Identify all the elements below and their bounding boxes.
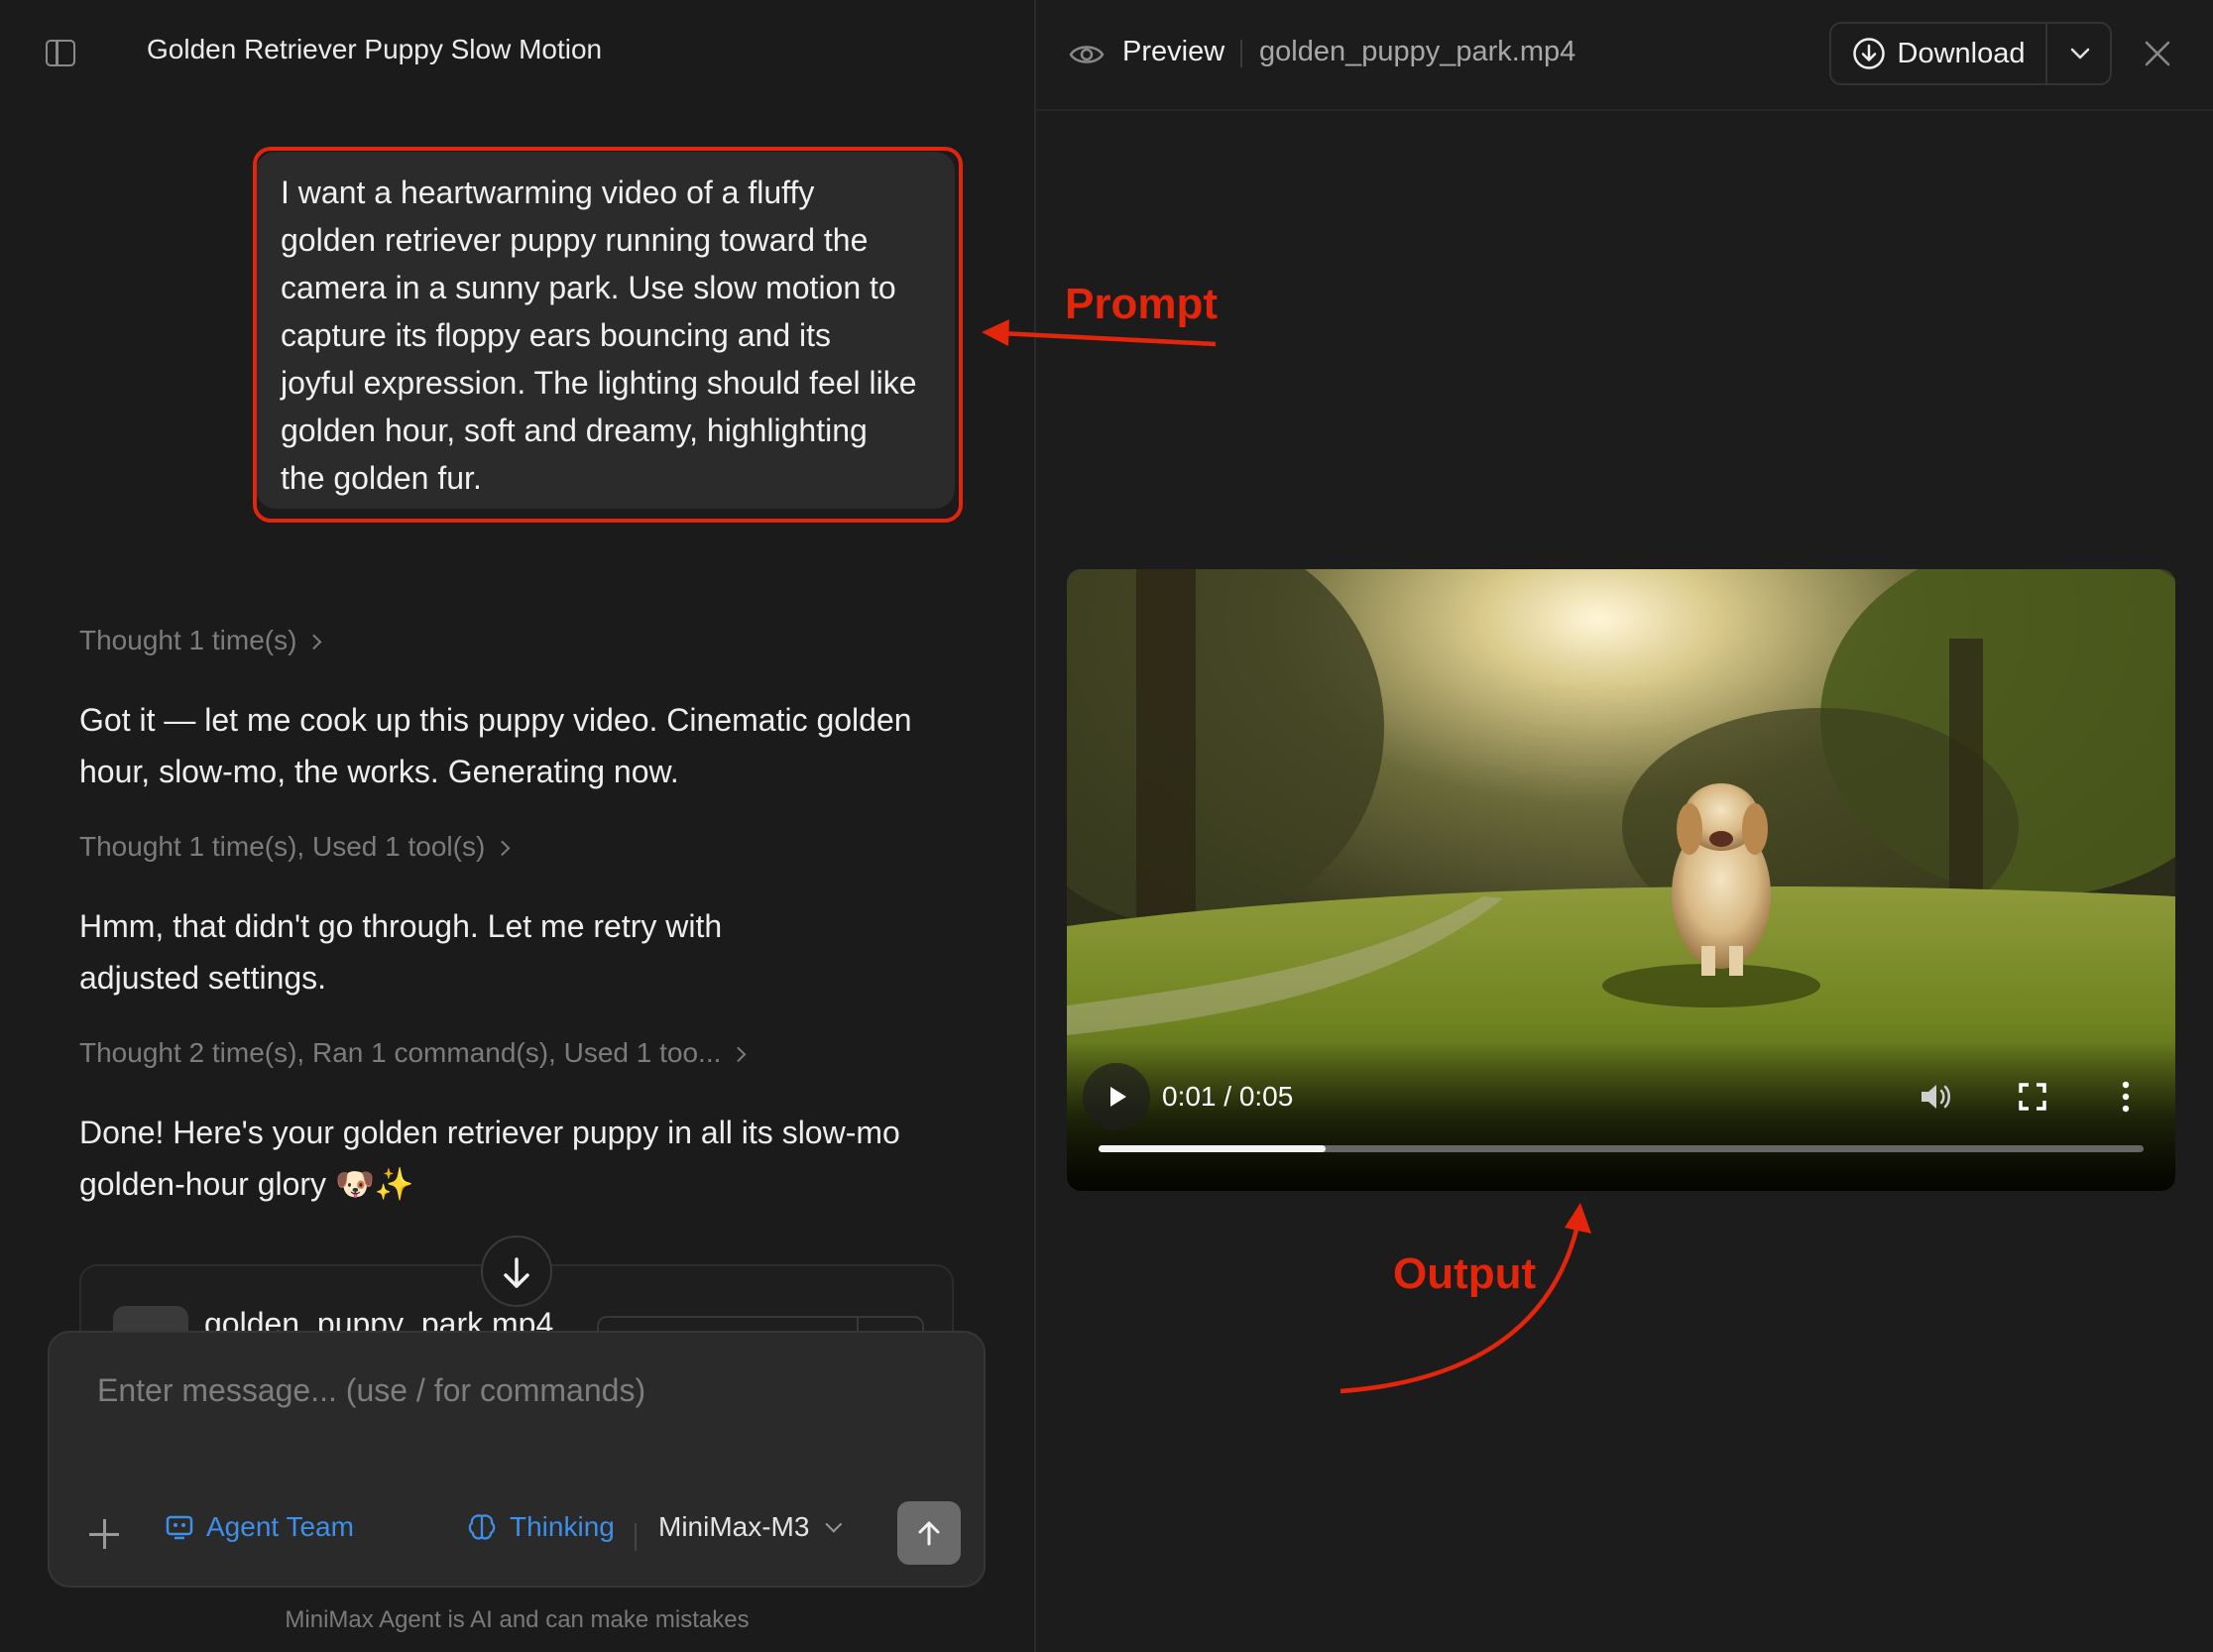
thought-toggle-1[interactable]: Thought 1 time(s) [79, 625, 322, 656]
message-line: golden-hour glory 🐶✨ [79, 1166, 414, 1202]
add-attachment-button[interactable] [89, 1519, 119, 1549]
video-progress-fill [1099, 1145, 1326, 1152]
fullscreen-icon[interactable] [2019, 1083, 2046, 1111]
close-preview-button[interactable] [2142, 38, 2173, 69]
close-icon [2145, 41, 2170, 66]
download-label: Download [1897, 37, 2026, 69]
more-options-icon[interactable] [2120, 1079, 2132, 1115]
thought-label: Thought 1 time(s), Used 1 tool(s) [79, 831, 486, 862]
video-player[interactable]: 0:01 / 0:05 [1067, 569, 2175, 1191]
arrow-up-icon [918, 1521, 940, 1546]
arrow-down-icon [504, 1257, 529, 1288]
chevron-right-icon [495, 840, 511, 857]
model-selector[interactable]: MiniMax-M3 [658, 1511, 843, 1543]
scroll-to-bottom-button[interactable] [481, 1236, 552, 1307]
send-button[interactable] [897, 1501, 961, 1565]
message-line: adjusted settings. [79, 960, 327, 996]
chevron-down-icon [825, 1515, 843, 1533]
message-line: hour, slow-mo, the works. Generating now… [79, 754, 679, 789]
preview-header-divider [1036, 109, 2213, 111]
assistant-message-1: Got it — let me cook up this puppy video… [79, 694, 972, 797]
video-progress-bar[interactable] [1099, 1145, 2144, 1152]
composer-separator [635, 1523, 637, 1551]
preview-file-name: golden_puppy_park.mp4 [1259, 36, 1576, 67]
download-icon [1852, 38, 1885, 69]
thought-toggle-2[interactable]: Thought 1 time(s), Used 1 tool(s) [79, 831, 511, 863]
assistant-message-2: Hmm, that didn't go through. Let me retr… [79, 900, 972, 1003]
annotation-prompt-label: Prompt [1065, 280, 1218, 328]
assistant-message-3: Done! Here's your golden retriever puppy… [79, 1107, 972, 1210]
message-input[interactable] [97, 1372, 940, 1409]
download-button[interactable]: Download [1831, 24, 2045, 83]
download-options-button[interactable] [2047, 24, 2112, 83]
agent-team-label: Agent Team [206, 1511, 354, 1542]
header-separator [1240, 40, 1242, 67]
download-button-group: Download [1829, 22, 2112, 85]
brain-icon [468, 1514, 496, 1540]
chat-title: Golden Retriever Puppy Slow Motion [147, 34, 603, 64]
thought-label: Thought 2 time(s), Ran 1 command(s), Use… [79, 1037, 722, 1068]
play-button[interactable] [1083, 1063, 1150, 1130]
thinking-toggle[interactable]: Thinking [466, 1511, 615, 1543]
thought-toggle-3[interactable]: Thought 2 time(s), Ran 1 command(s), Use… [79, 1037, 747, 1069]
play-icon [1110, 1087, 1126, 1107]
thought-label: Thought 1 time(s) [79, 625, 297, 655]
chat-panel: Golden Retriever Puppy Slow Motion I wan… [0, 0, 1034, 1652]
model-name: MiniMax-M3 [658, 1511, 810, 1542]
thinking-label: Thinking [510, 1511, 615, 1542]
chevron-right-icon [306, 634, 322, 650]
agent-team-toggle[interactable]: Agent Team [165, 1511, 354, 1543]
message-line: Hmm, that didn't go through. Let me retr… [79, 908, 723, 944]
video-controls-overlay [1067, 1042, 2175, 1191]
message-composer: Agent Team Thinking MiniMax-M3 [48, 1331, 986, 1588]
preview-label: Preview [1122, 36, 1225, 67]
message-line: Done! Here's your golden retriever puppy… [79, 1115, 900, 1150]
prompt-highlight-box [253, 147, 963, 523]
annotation-output-label: Output [1393, 1249, 1537, 1298]
video-time: 0:01 / 0:05 [1162, 1081, 1294, 1112]
disclaimer: MiniMax Agent is AI and can make mistake… [285, 1606, 750, 1633]
chevron-right-icon [731, 1046, 747, 1063]
message-line: Got it — let me cook up this puppy video… [79, 702, 912, 738]
volume-icon[interactable] [1918, 1079, 1953, 1115]
robot-icon [166, 1515, 193, 1540]
chevron-down-icon [2070, 48, 2089, 59]
eye-icon [1069, 46, 1105, 63]
sidebar-toggle-icon[interactable] [46, 40, 75, 66]
